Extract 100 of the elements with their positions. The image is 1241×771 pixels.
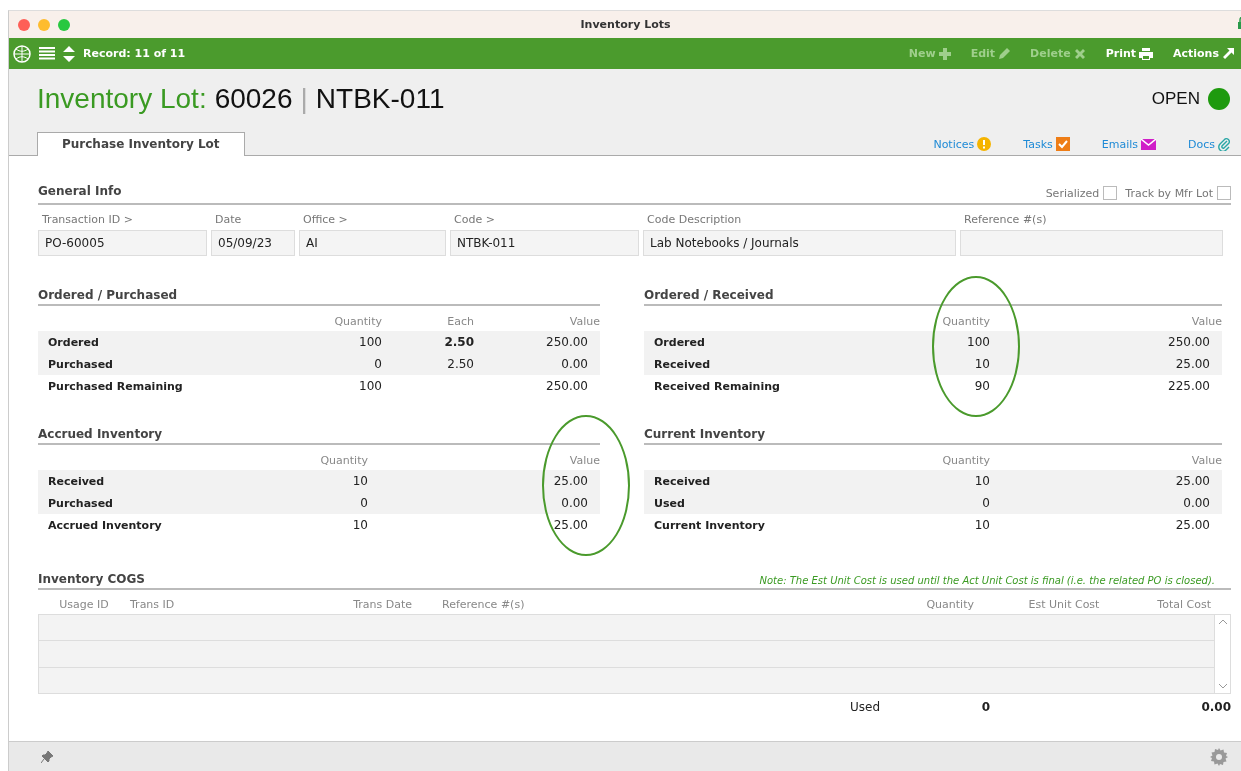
total-label: Used [850,700,882,714]
checkbox[interactable] [1103,186,1118,200]
value-text: 2.50 [447,357,474,371]
section-title: Ordered / Purchased [38,288,600,306]
printer-icon [1139,47,1153,60]
column-header: Value [1191,454,1222,467]
value-text: 25.00 [1175,357,1210,371]
link[interactable]: Emails [1101,137,1156,151]
field-label: Code Description [647,213,742,226]
note-text: Note: The Est Unit Cost is used until the Act Unit Cost is final (i.e. the related PO is closed). [759,575,1215,586]
value-text: 10 [352,518,368,532]
field-label: Office > [303,213,348,226]
status-label: OPEN [1151,89,1200,109]
text-field[interactable] [960,230,1223,256]
text-field[interactable]: PO-60005 [38,230,207,256]
text-field[interactable]: 05/09/23 [211,230,295,256]
value-text: 0 [982,496,990,510]
total-quantity: 0 [981,700,990,714]
checkbox-label: Serialized [1045,186,1100,200]
column-header: Quantity [320,454,368,467]
column-header: Total Cost [1157,598,1211,611]
scroll-up-icon[interactable] [1218,619,1227,624]
value-text: 10 [974,518,990,532]
field-label: Code > [454,213,495,226]
scroll-down-icon[interactable] [1218,684,1227,689]
tab[interactable]: Purchase Inventory Lot [37,132,245,156]
window-title: Inventory Lots [580,18,671,31]
record-type-label: Inventory Lot: [37,83,207,115]
row-label: Received [654,475,711,488]
minimize-button[interactable] [38,18,50,31]
column-header: Value [1191,315,1222,328]
record-counter: Record: 11 of 11 [83,47,186,60]
link[interactable]: Docs [1188,137,1230,151]
text-field[interactable]: NTBK-011 [450,230,639,256]
up-down-arrows-icon[interactable] [63,45,75,62]
field-label: Transaction ID > [42,213,133,226]
column-header: Value [569,454,600,467]
row-label: Purchased [48,358,113,371]
row-label: Used [654,497,685,510]
value-text: 25.00 [553,518,588,532]
column-header: Reference #(s) [442,598,525,611]
checkbox-icon [1055,137,1070,151]
text-field[interactable]: Lab Notebooks / Journals [643,230,956,256]
paperclip-icon [1218,137,1230,151]
maximize-button[interactable] [58,18,70,31]
value-text: 25.00 [1175,518,1210,532]
value-text: 25.00 [553,474,588,488]
close-button[interactable] [18,18,30,31]
row-label: Received [654,358,711,371]
value-text: 0.00 [561,357,588,371]
value-text: 100 [967,335,990,349]
actions-button[interactable]: Actions [1173,47,1234,60]
exclamation-icon [977,137,992,151]
section-title: Accrued Inventory [38,427,600,445]
diagonal-arrow-icon [1222,47,1234,60]
row-label: Received [48,475,105,488]
value-text: 25.00 [1175,474,1210,488]
value-text: 10 [352,474,368,488]
row-label: Accrued Inventory [48,519,162,532]
checkbox-label: Track by Mfr Lot [1125,186,1213,200]
item-code: NTBK-011 [315,83,445,115]
value-text: 0 [360,496,368,510]
total-cost: 0.00 [1201,700,1231,714]
value-text: 90 [974,379,990,393]
row-label: Ordered [48,336,99,349]
column-header: Quantity [334,315,382,328]
value-text: 0.00 [561,496,588,510]
settings-icon[interactable] [1210,748,1228,766]
cross-icon [1073,47,1086,60]
checkbox[interactable] [1217,186,1231,200]
row-label: Ordered [654,336,705,349]
globe-icon[interactable] [13,44,31,63]
field-label: Reference #(s) [964,213,1047,226]
link[interactable]: Notices [933,137,992,151]
list-icon[interactable] [39,46,55,61]
value-text: 225.00 [1168,379,1210,393]
column-header: Each [447,315,474,328]
text-field[interactable]: AI [299,230,446,256]
status-dot [1208,88,1230,110]
envelope-icon [1141,138,1156,150]
section-title: Current Inventory [644,427,1222,445]
print-button[interactable]: Print [1105,47,1153,60]
column-header: Quantity [926,598,974,611]
pin-icon[interactable] [41,751,53,763]
plus-icon [938,47,951,60]
value-text: 100 [359,379,382,393]
link[interactable]: Tasks [1023,137,1070,151]
lot-number: 60026 [214,83,293,115]
value-text: 100 [359,335,382,349]
value-text: 250.00 [1168,335,1210,349]
row-label: Purchased Remaining [48,380,183,393]
column-header: Trans ID [130,598,175,611]
section-title: Inventory COGS [38,572,146,586]
pencil-icon [998,47,1011,60]
section-title: Ordered / Received [644,288,1222,306]
column-header: Usage ID [59,598,109,611]
row-label: Current Inventory [654,519,765,532]
field-label: Date [215,213,242,226]
column-header: Quantity [942,454,990,467]
separator: | [300,83,308,115]
